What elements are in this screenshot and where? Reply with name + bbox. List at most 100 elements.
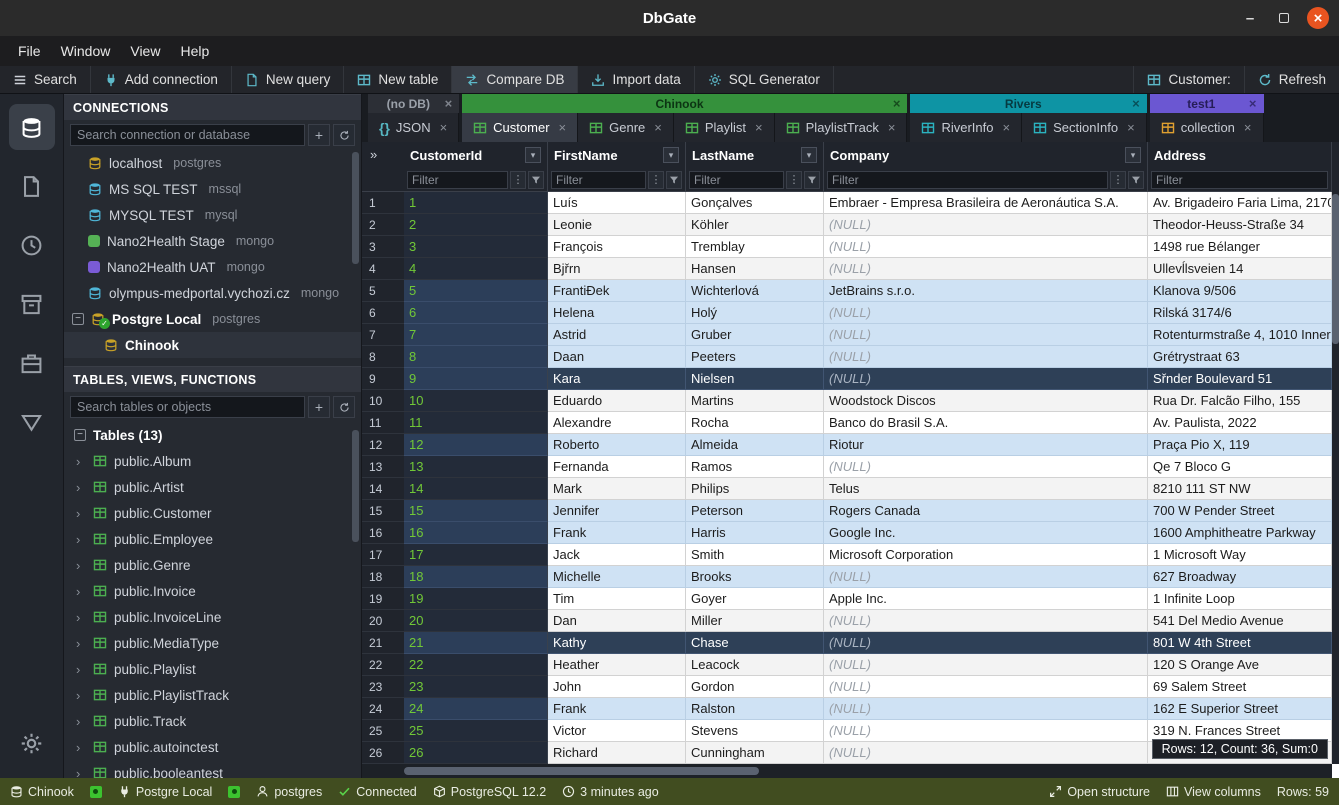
connection-item-olympus-medportal-vychozi-cz[interactable]: olympus-medportal.vychozi.cz mongo: [64, 280, 361, 306]
statusbar-item-open-structure[interactable]: Open structure: [1049, 785, 1150, 799]
toolbar-button-customer[interactable]: Customer:: [1133, 66, 1243, 93]
chevron-right-icon[interactable]: ›: [76, 766, 86, 779]
row-number[interactable]: 19: [362, 588, 404, 610]
grid-cell-address[interactable]: Av. Paulista, 2022: [1148, 412, 1332, 434]
file-tab-genre[interactable]: Genre ×: [578, 113, 674, 142]
filter-input-company[interactable]: [827, 171, 1108, 189]
chevron-right-icon[interactable]: ›: [76, 532, 86, 547]
minimize-button[interactable]: –: [1239, 7, 1261, 29]
grid-cell-firstname[interactable]: Frank: [548, 522, 686, 544]
grid-cell-address[interactable]: 801 W 4th Street: [1148, 632, 1332, 654]
grid-cell-lastname[interactable]: Hansen: [686, 258, 824, 280]
table-item-public-artist[interactable]: › public.Artist: [64, 474, 361, 500]
collapse-icon[interactable]: −: [72, 313, 84, 325]
close-icon[interactable]: ×: [1132, 96, 1140, 111]
grid-cell-address[interactable]: Klanova 9/506: [1148, 280, 1332, 302]
row-number[interactable]: 21: [362, 632, 404, 654]
grid-cell-lastname[interactable]: Nielsen: [686, 368, 824, 390]
grid-cell-customerid[interactable]: 24: [404, 698, 548, 720]
add-connection-plus-button[interactable]: +: [308, 124, 330, 146]
filter-menu-icon[interactable]: ⋮: [510, 171, 526, 189]
grid-cell-lastname[interactable]: Gruber: [686, 324, 824, 346]
toolbar-button-new-table[interactable]: New table: [344, 66, 452, 93]
row-number[interactable]: 20: [362, 610, 404, 632]
grid-cell-company[interactable]: Embraer - Empresa Brasileira de Aeronáut…: [824, 192, 1148, 214]
chevron-right-icon[interactable]: ›: [76, 662, 86, 677]
table-item-public-booleantest[interactable]: › public.booleantest: [64, 760, 361, 778]
grid-cell-firstname[interactable]: FrantiĐek: [548, 280, 686, 302]
grid-cell-customerid[interactable]: 16: [404, 522, 548, 544]
column-header-address[interactable]: Address: [1148, 142, 1332, 168]
grid-cell-firstname[interactable]: Frank: [548, 698, 686, 720]
file-tab-sectioninfo[interactable]: SectionInfo ×: [1022, 113, 1147, 142]
grid-cell-customerid[interactable]: 2: [404, 214, 548, 236]
grid-cell-lastname[interactable]: Almeida: [686, 434, 824, 456]
grid-cell-address[interactable]: 1 Infinite Loop: [1148, 588, 1332, 610]
rail-triangle-button[interactable]: [9, 399, 55, 445]
grid-cell-firstname[interactable]: Fernanda: [548, 456, 686, 478]
row-number[interactable]: 17: [362, 544, 404, 566]
file-tab-customer[interactable]: Customer ×: [462, 113, 578, 142]
grid-cell-lastname[interactable]: Peeters: [686, 346, 824, 368]
grid-cell-company[interactable]: Riotur: [824, 434, 1148, 456]
scrollbar-thumb[interactable]: [352, 430, 359, 542]
filter-input-firstname[interactable]: [551, 171, 646, 189]
grid-cell-address[interactable]: Rilská 3174/6: [1148, 302, 1332, 324]
grid-cell-company[interactable]: (NULL): [824, 720, 1148, 742]
grid-cell-firstname[interactable]: Dan: [548, 610, 686, 632]
grid-cell-address[interactable]: 1600 Amphitheatre Parkway: [1148, 522, 1332, 544]
funnel-icon[interactable]: [666, 171, 682, 189]
grid-cell-firstname[interactable]: Luís: [548, 192, 686, 214]
filter-menu-icon[interactable]: ⋮: [786, 171, 802, 189]
grid-cell-customerid[interactable]: 21: [404, 632, 548, 654]
grid-cell-lastname[interactable]: Leacock: [686, 654, 824, 676]
collapse-icon[interactable]: −: [74, 429, 86, 441]
grid-cell-company[interactable]: Microsoft Corporation: [824, 544, 1148, 566]
chevron-right-icon[interactable]: ›: [76, 610, 86, 625]
grid-cell-company[interactable]: (NULL): [824, 236, 1148, 258]
row-number[interactable]: 25: [362, 720, 404, 742]
row-number[interactable]: 12: [362, 434, 404, 456]
close-icon[interactable]: ×: [1127, 120, 1135, 135]
scrollbar-thumb[interactable]: [352, 152, 359, 264]
table-item-public-invoiceline[interactable]: › public.InvoiceLine: [64, 604, 361, 630]
grid-cell-firstname[interactable]: Richard: [548, 742, 686, 764]
grid-cell-customerid[interactable]: 13: [404, 456, 548, 478]
vertical-scrollbar[interactable]: [1332, 142, 1339, 764]
row-number[interactable]: 14: [362, 478, 404, 500]
connection-item-mysql-test[interactable]: MYSQL TEST mysql: [64, 202, 361, 228]
tables-search-input[interactable]: [70, 396, 305, 418]
horizontal-scrollbar[interactable]: [362, 764, 1332, 778]
rail-file-button[interactable]: [9, 163, 55, 209]
connection-item-chinook[interactable]: Chinook: [64, 332, 361, 358]
connection-item-ms-sql-test[interactable]: MS SQL TEST mssql: [64, 176, 361, 202]
grid-cell-company[interactable]: (NULL): [824, 610, 1148, 632]
grid-cell-lastname[interactable]: Rocha: [686, 412, 824, 434]
db-tab-no-db[interactable]: (no DB) ×: [368, 94, 459, 113]
filter-input-address[interactable]: [1151, 171, 1328, 189]
row-number[interactable]: 16: [362, 522, 404, 544]
close-icon[interactable]: ×: [559, 120, 567, 135]
row-number[interactable]: 2: [362, 214, 404, 236]
grid-cell-firstname[interactable]: Kara: [548, 368, 686, 390]
statusbar-item-3-minutes-ago[interactable]: 3 minutes ago: [562, 785, 659, 799]
row-number[interactable]: 13: [362, 456, 404, 478]
grid-cell-address[interactable]: 162 E Superior Street: [1148, 698, 1332, 720]
grid-cell-lastname[interactable]: Peterson: [686, 500, 824, 522]
toolbar-button-refresh[interactable]: Refresh: [1244, 66, 1339, 93]
grid-cell-customerid[interactable]: 22: [404, 654, 548, 676]
grid-cell-lastname[interactable]: Smith: [686, 544, 824, 566]
maximize-button[interactable]: [1273, 7, 1295, 29]
rail-gear-button[interactable]: [9, 720, 55, 766]
grid-cell-address[interactable]: Sřnder Boulevard 51: [1148, 368, 1332, 390]
chevron-right-icon[interactable]: ›: [76, 480, 86, 495]
grid-cell-company[interactable]: (NULL): [824, 676, 1148, 698]
chevron-down-icon[interactable]: ▾: [525, 147, 541, 163]
close-icon[interactable]: ×: [755, 120, 763, 135]
grid-cell-company[interactable]: Woodstock Discos: [824, 390, 1148, 412]
grid-cell-company[interactable]: Rogers Canada: [824, 500, 1148, 522]
table-item-public-playlisttrack[interactable]: › public.PlaylistTrack: [64, 682, 361, 708]
file-tab-collection[interactable]: collection ×: [1150, 113, 1264, 142]
row-number[interactable]: 22: [362, 654, 404, 676]
db-tab-chinook[interactable]: Chinook ×: [462, 94, 907, 113]
